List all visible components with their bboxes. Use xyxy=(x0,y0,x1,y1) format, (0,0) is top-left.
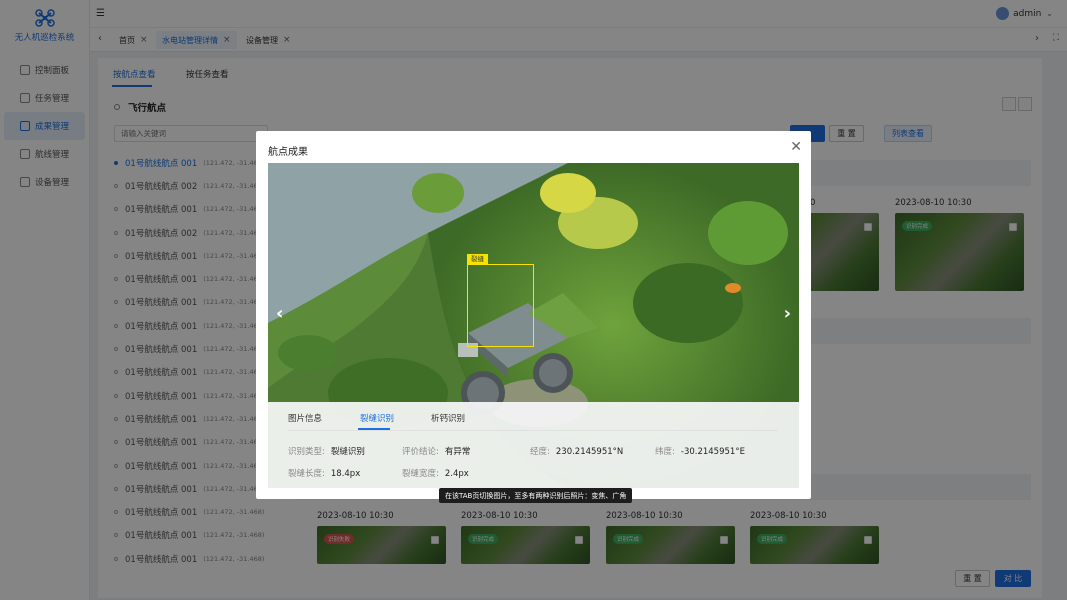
field-evaluation: 评价结论: 有异常 xyxy=(402,445,470,457)
field-label: 识别类型: xyxy=(288,447,325,457)
waypoint-result-modal: 航点成果 ✕ 裂缝 ‹ › 图片信息 裂缝识别 析钙识别 识别类型: 裂縫识别 … xyxy=(256,131,811,499)
field-label: 裂缝长度: xyxy=(288,469,325,479)
tab-crack-recognition[interactable]: 裂缝识别 xyxy=(360,412,394,424)
field-value: 230.2145951°N xyxy=(555,447,624,457)
field-value: 裂縫识别 xyxy=(330,447,365,457)
modal-title: 航点成果 xyxy=(268,147,308,158)
recognition-info-panel: 图片信息 裂缝识别 析钙识别 识别类型: 裂縫识别 评价结论: 有异常 经度: 230… xyxy=(268,402,799,488)
field-label: 经度: xyxy=(530,447,550,457)
chevron-right-icon[interactable]: › xyxy=(784,303,791,324)
tab-calcification-recognition[interactable]: 析钙识别 xyxy=(431,412,465,424)
tab-divider xyxy=(288,430,778,431)
image-viewer: 裂缝 ‹ › 图片信息 裂缝识别 析钙识别 识别类型: 裂縫识别 评价结论: 有异常… xyxy=(268,163,799,488)
detection-box xyxy=(467,264,534,347)
field-label: 评价结论: xyxy=(402,447,439,457)
field-longitude: 经度: 230.2145951°N xyxy=(530,445,623,457)
chevron-left-icon[interactable]: ‹ xyxy=(276,303,283,324)
active-tab-indicator xyxy=(358,428,390,430)
close-icon[interactable]: ✕ xyxy=(790,139,802,155)
field-crack-width: 裂缝宽度: 2.4px xyxy=(402,467,469,479)
tooltip: 在该TAB页切换图片，至多有两种识别后照片：变焦、广角 xyxy=(439,488,633,503)
field-value: 2.4px xyxy=(444,469,469,479)
field-recognition-type: 识别类型: 裂縫识别 xyxy=(288,445,365,457)
field-crack-length: 裂缝长度: 18.4px xyxy=(288,467,360,479)
tab-image-info[interactable]: 图片信息 xyxy=(288,412,322,424)
field-latitude: 纬度: -30.2145951°E xyxy=(655,445,745,457)
field-label: 裂缝宽度: xyxy=(402,469,439,479)
field-label: 纬度: xyxy=(655,447,675,457)
field-value: 18.4px xyxy=(330,469,361,479)
field-value: 有异常 xyxy=(444,447,471,457)
field-value: -30.2145951°E xyxy=(680,447,745,457)
